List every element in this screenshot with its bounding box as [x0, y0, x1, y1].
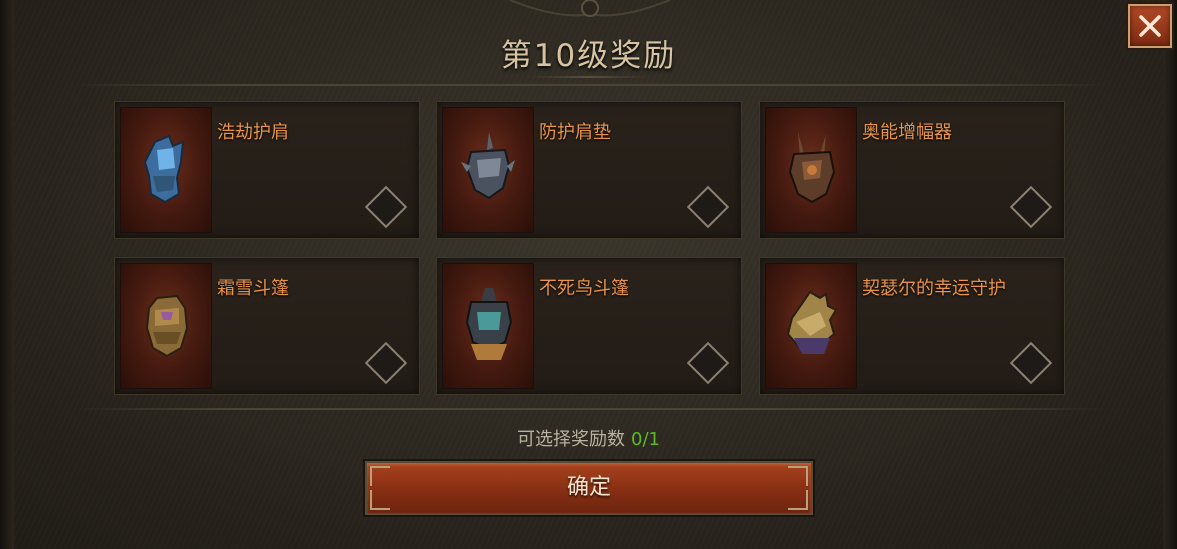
title-underline — [530, 76, 647, 78]
close-icon — [1139, 15, 1161, 37]
close-button[interactable] — [1128, 4, 1172, 48]
reward-thumbnail — [765, 263, 857, 389]
select-checkbox[interactable] — [1009, 341, 1053, 385]
reward-name: 契瑟尔的幸运守护 — [862, 278, 1006, 299]
reward-thumbnail — [442, 107, 534, 233]
shoulder-armor-blue-icon — [143, 134, 185, 204]
reward-card[interactable]: 契瑟尔的幸运守护 — [759, 257, 1065, 395]
frame-left-border — [0, 0, 14, 549]
reward-thumbnail — [442, 263, 534, 389]
select-checkbox[interactable] — [686, 341, 730, 385]
reward-dialog: 第10级奖励 浩劫护肩 防护肩垫 奥能增幅器 霜雪斗篷 不死鸟斗篷 契瑟尔的幸运… — [0, 0, 1177, 549]
shoulder-armor-teal-icon — [465, 288, 513, 360]
reward-name: 不死鸟斗篷 — [539, 278, 629, 299]
reward-name: 霜雪斗篷 — [217, 278, 289, 299]
select-checkbox[interactable] — [364, 341, 408, 385]
confirm-button-label: 确定 — [566, 475, 611, 500]
reward-card[interactable]: 奥能增幅器 — [759, 101, 1065, 239]
frame-right-border — [1163, 0, 1177, 549]
divider-top — [75, 84, 1105, 86]
reward-name: 浩劫护肩 — [217, 122, 289, 143]
selection-count-row: 可选择奖励数 0/1 — [0, 425, 1177, 451]
shoulder-armor-spiked-icon — [461, 132, 515, 200]
shoulder-armor-gold-icon — [145, 294, 189, 358]
reward-card[interactable]: 浩劫护肩 — [114, 101, 420, 239]
select-checkbox[interactable] — [1009, 185, 1053, 229]
reward-name: 奥能增幅器 — [862, 122, 952, 143]
shoulder-armor-dragon-icon — [786, 290, 838, 354]
top-ornament-icon — [509, 0, 671, 17]
reward-card[interactable]: 防护肩垫 — [436, 101, 742, 239]
dialog-title: 第10级奖励 — [500, 38, 677, 74]
reward-card[interactable]: 不死鸟斗篷 — [436, 257, 742, 395]
reward-thumbnail — [765, 107, 857, 233]
selection-count-value: 0/1 — [631, 429, 660, 450]
confirm-button[interactable]: 确定 — [365, 461, 813, 515]
reward-thumbnail — [120, 107, 212, 233]
shoulder-armor-horned-icon — [788, 132, 836, 204]
reward-thumbnail — [120, 263, 212, 389]
selection-count-label: 可选择奖励数 — [517, 429, 626, 450]
divider-bottom — [75, 408, 1105, 410]
select-checkbox[interactable] — [364, 185, 408, 229]
reward-card[interactable]: 霜雪斗篷 — [114, 257, 420, 395]
reward-name: 防护肩垫 — [539, 122, 611, 143]
select-checkbox[interactable] — [686, 185, 730, 229]
